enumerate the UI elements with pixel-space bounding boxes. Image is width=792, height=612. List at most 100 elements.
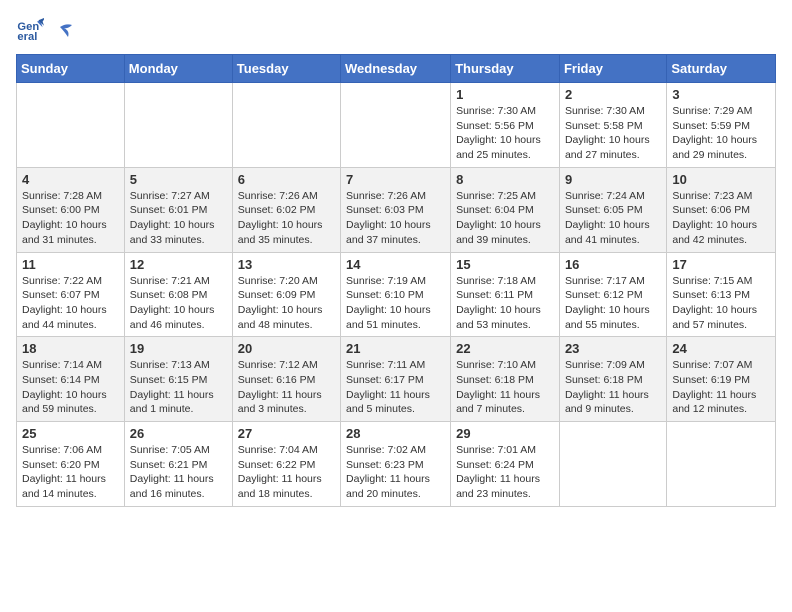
calendar-cell: 12 Sunrise: 7:21 AM Sunset: 6:08 PM Dayli…	[124, 252, 232, 337]
day-number: 4	[22, 172, 119, 187]
day-number: 11	[22, 257, 119, 272]
day-info: Sunrise: 7:18 AM Sunset: 6:11 PM Dayligh…	[456, 274, 554, 333]
day-number: 5	[130, 172, 227, 187]
calendar-cell	[341, 83, 451, 168]
day-info: Sunrise: 7:29 AM Sunset: 5:59 PM Dayligh…	[672, 104, 770, 163]
calendar-table: SundayMondayTuesdayWednesdayThursdayFrid…	[16, 54, 776, 507]
day-number: 2	[565, 87, 661, 102]
header-friday: Friday	[559, 55, 666, 83]
day-number: 10	[672, 172, 770, 187]
calendar-cell: 16 Sunrise: 7:17 AM Sunset: 6:12 PM Dayli…	[559, 252, 666, 337]
svg-text:eral: eral	[17, 31, 37, 43]
calendar-week-row: 4 Sunrise: 7:28 AM Sunset: 6:00 PM Daylig…	[17, 167, 776, 252]
day-info: Sunrise: 7:24 AM Sunset: 6:05 PM Dayligh…	[565, 189, 661, 248]
day-info: Sunrise: 7:12 AM Sunset: 6:16 PM Dayligh…	[238, 358, 335, 417]
day-info: Sunrise: 7:30 AM Sunset: 5:58 PM Dayligh…	[565, 104, 661, 163]
calendar-cell: 22 Sunrise: 7:10 AM Sunset: 6:18 PM Dayli…	[451, 337, 560, 422]
day-number: 28	[346, 426, 445, 441]
day-number: 27	[238, 426, 335, 441]
day-info: Sunrise: 7:06 AM Sunset: 6:20 PM Dayligh…	[22, 443, 119, 502]
header-thursday: Thursday	[451, 55, 560, 83]
calendar-cell: 21 Sunrise: 7:11 AM Sunset: 6:17 PM Dayli…	[341, 337, 451, 422]
day-info: Sunrise: 7:26 AM Sunset: 6:03 PM Dayligh…	[346, 189, 445, 248]
calendar-week-row: 11 Sunrise: 7:22 AM Sunset: 6:07 PM Dayli…	[17, 252, 776, 337]
day-number: 6	[238, 172, 335, 187]
calendar-cell: 15 Sunrise: 7:18 AM Sunset: 6:11 PM Dayli…	[451, 252, 560, 337]
calendar-body: 1Sunrise: 7:30 AM Sunset: 5:56 PM Daylig…	[17, 83, 776, 507]
calendar-header-row: SundayMondayTuesdayWednesdayThursdayFrid…	[17, 55, 776, 83]
day-info: Sunrise: 7:21 AM Sunset: 6:08 PM Dayligh…	[130, 274, 227, 333]
day-info: Sunrise: 7:04 AM Sunset: 6:22 PM Dayligh…	[238, 443, 335, 502]
calendar-cell	[232, 83, 340, 168]
day-number: 8	[456, 172, 554, 187]
day-info: Sunrise: 7:19 AM Sunset: 6:10 PM Dayligh…	[346, 274, 445, 333]
day-number: 21	[346, 341, 445, 356]
day-number: 29	[456, 426, 554, 441]
day-info: Sunrise: 7:14 AM Sunset: 6:14 PM Dayligh…	[22, 358, 119, 417]
day-number: 19	[130, 341, 227, 356]
day-info: Sunrise: 7:10 AM Sunset: 6:18 PM Dayligh…	[456, 358, 554, 417]
day-number: 9	[565, 172, 661, 187]
calendar-cell: 3 Sunrise: 7:29 AM Sunset: 5:59 PM Daylig…	[667, 83, 776, 168]
calendar-cell: 24Sunrise: 7:07 AM Sunset: 6:19 PM Dayli…	[667, 337, 776, 422]
day-number: 13	[238, 257, 335, 272]
calendar-cell: 6 Sunrise: 7:26 AM Sunset: 6:02 PM Daylig…	[232, 167, 340, 252]
day-info: Sunrise: 7:22 AM Sunset: 6:07 PM Dayligh…	[22, 274, 119, 333]
day-number: 12	[130, 257, 227, 272]
logo-bird-icon	[50, 23, 72, 41]
calendar-cell: 29 Sunrise: 7:01 AM Sunset: 6:24 PM Dayli…	[451, 422, 560, 507]
day-number: 18	[22, 341, 119, 356]
calendar-cell	[667, 422, 776, 507]
day-info: Sunrise: 7:17 AM Sunset: 6:12 PM Dayligh…	[565, 274, 661, 333]
day-info: Sunrise: 7:20 AM Sunset: 6:09 PM Dayligh…	[238, 274, 335, 333]
calendar-cell: 11 Sunrise: 7:22 AM Sunset: 6:07 PM Dayli…	[17, 252, 125, 337]
day-number: 23	[565, 341, 661, 356]
calendar-cell: 9 Sunrise: 7:24 AM Sunset: 6:05 PM Daylig…	[559, 167, 666, 252]
day-number: 22	[456, 341, 554, 356]
calendar-cell	[17, 83, 125, 168]
calendar-week-row: 1Sunrise: 7:30 AM Sunset: 5:56 PM Daylig…	[17, 83, 776, 168]
calendar-cell: 8 Sunrise: 7:25 AM Sunset: 6:04 PM Daylig…	[451, 167, 560, 252]
header-saturday: Saturday	[667, 55, 776, 83]
day-info: Sunrise: 7:30 AM Sunset: 5:56 PM Dayligh…	[456, 104, 554, 163]
day-info: Sunrise: 7:15 AM Sunset: 6:13 PM Dayligh…	[672, 274, 770, 333]
calendar-cell: 17 Sunrise: 7:15 AM Sunset: 6:13 PM Dayli…	[667, 252, 776, 337]
calendar-cell: 20Sunrise: 7:12 AM Sunset: 6:16 PM Dayli…	[232, 337, 340, 422]
day-number: 26	[130, 426, 227, 441]
day-number: 14	[346, 257, 445, 272]
calendar-cell: 13 Sunrise: 7:20 AM Sunset: 6:09 PM Dayli…	[232, 252, 340, 337]
calendar-cell: 27 Sunrise: 7:04 AM Sunset: 6:22 PM Dayli…	[232, 422, 340, 507]
calendar-cell: 4 Sunrise: 7:28 AM Sunset: 6:00 PM Daylig…	[17, 167, 125, 252]
calendar-cell: 5 Sunrise: 7:27 AM Sunset: 6:01 PM Daylig…	[124, 167, 232, 252]
day-info: Sunrise: 7:26 AM Sunset: 6:02 PM Dayligh…	[238, 189, 335, 248]
calendar-cell	[559, 422, 666, 507]
logo: Gen eral	[16, 16, 72, 44]
day-info: Sunrise: 7:11 AM Sunset: 6:17 PM Dayligh…	[346, 358, 445, 417]
day-number: 25	[22, 426, 119, 441]
day-number: 3	[672, 87, 770, 102]
calendar-week-row: 18 Sunrise: 7:14 AM Sunset: 6:14 PM Dayli…	[17, 337, 776, 422]
calendar-cell: 23 Sunrise: 7:09 AM Sunset: 6:18 PM Dayli…	[559, 337, 666, 422]
day-info: Sunrise: 7:28 AM Sunset: 6:00 PM Dayligh…	[22, 189, 119, 248]
day-info: Sunrise: 7:23 AM Sunset: 6:06 PM Dayligh…	[672, 189, 770, 248]
calendar-cell: 19 Sunrise: 7:13 AM Sunset: 6:15 PM Dayli…	[124, 337, 232, 422]
day-info: Sunrise: 7:05 AM Sunset: 6:21 PM Dayligh…	[130, 443, 227, 502]
calendar-cell: 14 Sunrise: 7:19 AM Sunset: 6:10 PM Dayli…	[341, 252, 451, 337]
logo-icon: Gen eral	[16, 16, 44, 44]
calendar-week-row: 25 Sunrise: 7:06 AM Sunset: 6:20 PM Dayli…	[17, 422, 776, 507]
calendar-cell: 25 Sunrise: 7:06 AM Sunset: 6:20 PM Dayli…	[17, 422, 125, 507]
calendar-cell: 1Sunrise: 7:30 AM Sunset: 5:56 PM Daylig…	[451, 83, 560, 168]
header-wednesday: Wednesday	[341, 55, 451, 83]
day-number: 15	[456, 257, 554, 272]
calendar-cell	[124, 83, 232, 168]
day-info: Sunrise: 7:09 AM Sunset: 6:18 PM Dayligh…	[565, 358, 661, 417]
day-info: Sunrise: 7:27 AM Sunset: 6:01 PM Dayligh…	[130, 189, 227, 248]
day-number: 16	[565, 257, 661, 272]
day-number: 24	[672, 341, 770, 356]
day-info: Sunrise: 7:01 AM Sunset: 6:24 PM Dayligh…	[456, 443, 554, 502]
calendar-cell: 26 Sunrise: 7:05 AM Sunset: 6:21 PM Dayli…	[124, 422, 232, 507]
day-number: 17	[672, 257, 770, 272]
header-sunday: Sunday	[17, 55, 125, 83]
day-info: Sunrise: 7:13 AM Sunset: 6:15 PM Dayligh…	[130, 358, 227, 417]
day-info: Sunrise: 7:25 AM Sunset: 6:04 PM Dayligh…	[456, 189, 554, 248]
